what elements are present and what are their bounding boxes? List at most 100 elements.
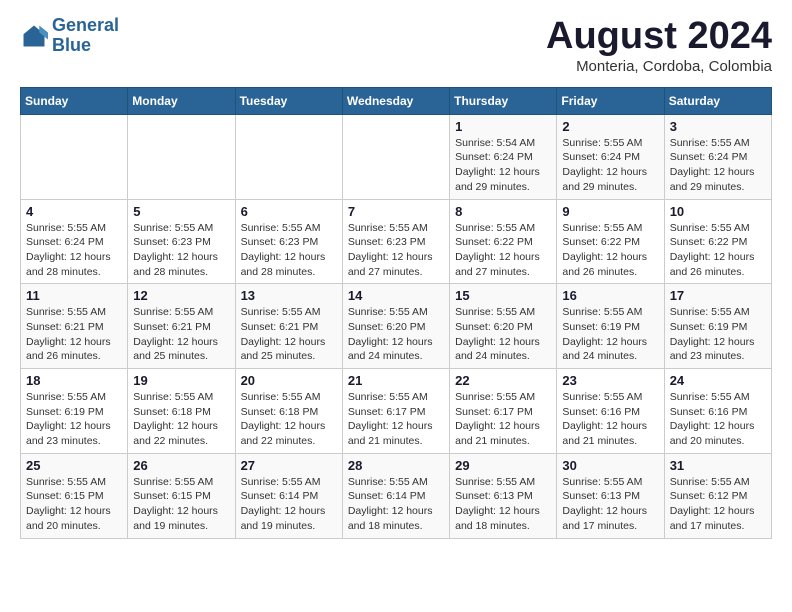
day-info: Sunrise: 5:55 AMSunset: 6:24 PMDaylight:…: [562, 136, 658, 195]
day-number: 13: [241, 288, 337, 303]
day-number: 20: [241, 373, 337, 388]
day-info: Sunrise: 5:55 AMSunset: 6:20 PMDaylight:…: [455, 305, 551, 364]
day-number: 26: [133, 458, 229, 473]
day-cell: 5 Sunrise: 5:55 AMSunset: 6:23 PMDaylight…: [128, 199, 235, 284]
day-info: Sunrise: 5:55 AMSunset: 6:23 PMDaylight:…: [348, 221, 444, 280]
day-cell: 6 Sunrise: 5:55 AMSunset: 6:23 PMDaylight…: [235, 199, 342, 284]
day-cell: 11 Sunrise: 5:55 AMSunset: 6:21 PMDayligh…: [21, 284, 128, 369]
day-header-sunday: Sunday: [21, 87, 128, 114]
day-info: Sunrise: 5:55 AMSunset: 6:21 PMDaylight:…: [26, 305, 122, 364]
day-cell: 18 Sunrise: 5:55 AMSunset: 6:19 PMDayligh…: [21, 369, 128, 454]
day-info: Sunrise: 5:55 AMSunset: 6:15 PMDaylight:…: [26, 475, 122, 534]
day-number: 23: [562, 373, 658, 388]
day-number: 3: [670, 119, 766, 134]
day-header-tuesday: Tuesday: [235, 87, 342, 114]
day-info: Sunrise: 5:55 AMSunset: 6:14 PMDaylight:…: [241, 475, 337, 534]
day-info: Sunrise: 5:55 AMSunset: 6:16 PMDaylight:…: [670, 390, 766, 449]
day-info: Sunrise: 5:55 AMSunset: 6:19 PMDaylight:…: [670, 305, 766, 364]
day-info: Sunrise: 5:55 AMSunset: 6:18 PMDaylight:…: [241, 390, 337, 449]
day-info: Sunrise: 5:54 AMSunset: 6:24 PMDaylight:…: [455, 136, 551, 195]
main-title: August 2024: [546, 16, 772, 58]
day-cell: 10 Sunrise: 5:55 AMSunset: 6:22 PMDayligh…: [664, 199, 771, 284]
day-number: 10: [670, 204, 766, 219]
day-cell: 29 Sunrise: 5:55 AMSunset: 6:13 PMDayligh…: [450, 453, 557, 538]
day-number: 29: [455, 458, 551, 473]
day-cell: [21, 114, 128, 199]
page-header: General Blue August 2024 Monteria, Cordo…: [20, 16, 772, 75]
day-cell: 2 Sunrise: 5:55 AMSunset: 6:24 PMDaylight…: [557, 114, 664, 199]
day-number: 2: [562, 119, 658, 134]
week-row-4: 18 Sunrise: 5:55 AMSunset: 6:19 PMDayligh…: [21, 369, 772, 454]
day-info: Sunrise: 5:55 AMSunset: 6:23 PMDaylight:…: [241, 221, 337, 280]
day-cell: 26 Sunrise: 5:55 AMSunset: 6:15 PMDayligh…: [128, 453, 235, 538]
day-cell: 25 Sunrise: 5:55 AMSunset: 6:15 PMDayligh…: [21, 453, 128, 538]
day-header-monday: Monday: [128, 87, 235, 114]
logo-line2: Blue: [52, 35, 91, 55]
day-number: 12: [133, 288, 229, 303]
day-number: 15: [455, 288, 551, 303]
day-number: 16: [562, 288, 658, 303]
day-cell: 14Sunrise: 5:55 AMSunset: 6:20 PMDayligh…: [342, 284, 449, 369]
day-cell: 21Sunrise: 5:55 AMSunset: 6:17 PMDayligh…: [342, 369, 449, 454]
calendar-table: SundayMondayTuesdayWednesdayThursdayFrid…: [20, 87, 772, 539]
logo: General Blue: [20, 16, 119, 56]
day-cell: 16Sunrise: 5:55 AMSunset: 6:19 PMDayligh…: [557, 284, 664, 369]
day-cell: 13Sunrise: 5:55 AMSunset: 6:21 PMDayligh…: [235, 284, 342, 369]
day-cell: 17 Sunrise: 5:55 AMSunset: 6:19 PMDayligh…: [664, 284, 771, 369]
day-cell: [128, 114, 235, 199]
day-cell: 7 Sunrise: 5:55 AMSunset: 6:23 PMDaylight…: [342, 199, 449, 284]
day-info: Sunrise: 5:55 AMSunset: 6:19 PMDaylight:…: [26, 390, 122, 449]
day-cell: 8Sunrise: 5:55 AMSunset: 6:22 PMDaylight…: [450, 199, 557, 284]
day-number: 1: [455, 119, 551, 134]
day-header-friday: Friday: [557, 87, 664, 114]
subtitle: Monteria, Cordoba, Colombia: [546, 58, 772, 75]
week-row-1: 1 Sunrise: 5:54 AMSunset: 6:24 PMDaylight…: [21, 114, 772, 199]
logo-line1: General: [52, 15, 119, 35]
day-cell: 31Sunrise: 5:55 AMSunset: 6:12 PMDayligh…: [664, 453, 771, 538]
day-cell: 30 Sunrise: 5:55 AMSunset: 6:13 PMDayligh…: [557, 453, 664, 538]
day-info: Sunrise: 5:55 AMSunset: 6:17 PMDaylight:…: [348, 390, 444, 449]
day-cell: 3 Sunrise: 5:55 AMSunset: 6:24 PMDaylight…: [664, 114, 771, 199]
day-number: 5: [133, 204, 229, 219]
day-info: Sunrise: 5:55 AMSunset: 6:22 PMDaylight:…: [670, 221, 766, 280]
day-number: 22: [455, 373, 551, 388]
day-number: 9: [562, 204, 658, 219]
day-header-thursday: Thursday: [450, 87, 557, 114]
week-row-5: 25 Sunrise: 5:55 AMSunset: 6:15 PMDayligh…: [21, 453, 772, 538]
day-info: Sunrise: 5:55 AMSunset: 6:17 PMDaylight:…: [455, 390, 551, 449]
day-cell: 19Sunrise: 5:55 AMSunset: 6:18 PMDayligh…: [128, 369, 235, 454]
day-info: Sunrise: 5:55 AMSunset: 6:20 PMDaylight:…: [348, 305, 444, 364]
day-cell: 27Sunrise: 5:55 AMSunset: 6:14 PMDayligh…: [235, 453, 342, 538]
day-cell: 20 Sunrise: 5:55 AMSunset: 6:18 PMDayligh…: [235, 369, 342, 454]
day-info: Sunrise: 5:55 AMSunset: 6:14 PMDaylight:…: [348, 475, 444, 534]
day-number: 30: [562, 458, 658, 473]
week-row-2: 4 Sunrise: 5:55 AMSunset: 6:24 PMDaylight…: [21, 199, 772, 284]
day-cell: 4 Sunrise: 5:55 AMSunset: 6:24 PMDaylight…: [21, 199, 128, 284]
day-info: Sunrise: 5:55 AMSunset: 6:13 PMDaylight:…: [562, 475, 658, 534]
day-number: 17: [670, 288, 766, 303]
day-info: Sunrise: 5:55 AMSunset: 6:13 PMDaylight:…: [455, 475, 551, 534]
day-info: Sunrise: 5:55 AMSunset: 6:16 PMDaylight:…: [562, 390, 658, 449]
day-number: 6: [241, 204, 337, 219]
day-number: 4: [26, 204, 122, 219]
day-cell: 12Sunrise: 5:55 AMSunset: 6:21 PMDayligh…: [128, 284, 235, 369]
day-number: 11: [26, 288, 122, 303]
day-number: 19: [133, 373, 229, 388]
day-cell: 1 Sunrise: 5:54 AMSunset: 6:24 PMDaylight…: [450, 114, 557, 199]
day-info: Sunrise: 5:55 AMSunset: 6:24 PMDaylight:…: [26, 221, 122, 280]
day-cell: [342, 114, 449, 199]
day-info: Sunrise: 5:55 AMSunset: 6:22 PMDaylight:…: [455, 221, 551, 280]
day-cell: 22 Sunrise: 5:55 AMSunset: 6:17 PMDayligh…: [450, 369, 557, 454]
day-number: 25: [26, 458, 122, 473]
day-info: Sunrise: 5:55 AMSunset: 6:12 PMDaylight:…: [670, 475, 766, 534]
day-header-wednesday: Wednesday: [342, 87, 449, 114]
day-cell: 23 Sunrise: 5:55 AMSunset: 6:16 PMDayligh…: [557, 369, 664, 454]
day-info: Sunrise: 5:55 AMSunset: 6:15 PMDaylight:…: [133, 475, 229, 534]
day-number: 18: [26, 373, 122, 388]
day-info: Sunrise: 5:55 AMSunset: 6:22 PMDaylight:…: [562, 221, 658, 280]
day-info: Sunrise: 5:55 AMSunset: 6:24 PMDaylight:…: [670, 136, 766, 195]
day-info: Sunrise: 5:55 AMSunset: 6:23 PMDaylight:…: [133, 221, 229, 280]
day-number: 24: [670, 373, 766, 388]
logo-icon: [20, 22, 48, 50]
day-number: 7: [348, 204, 444, 219]
